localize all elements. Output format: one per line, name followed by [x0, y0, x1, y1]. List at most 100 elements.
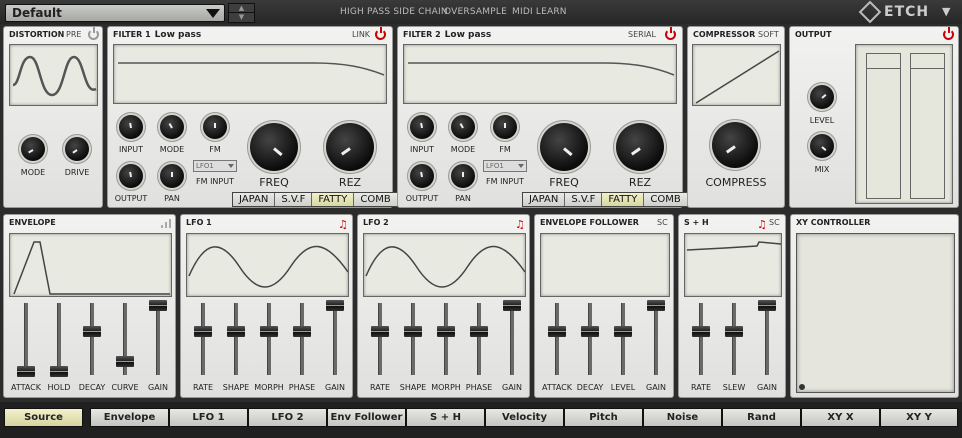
fader-handle[interactable]: [581, 326, 599, 338]
fader-track[interactable]: [260, 303, 278, 375]
chevron-down-icon[interactable]: [206, 9, 220, 18]
music-note-icon[interactable]: ♫: [338, 218, 348, 231]
filter1-pan-knob[interactable]: [160, 164, 184, 188]
oversample-button[interactable]: OVERSAMPLE: [444, 7, 507, 17]
midi-learn-button[interactable]: MIDI LEARN: [512, 7, 567, 17]
logo[interactable]: ETCH ▼: [858, 0, 958, 24]
fader-handle[interactable]: [17, 366, 35, 377]
fader-handle[interactable]: [50, 366, 68, 377]
sc-button[interactable]: SC: [657, 218, 668, 227]
music-note-icon[interactable]: ♫: [757, 218, 767, 231]
fader-track[interactable]: [692, 303, 710, 375]
source-button[interactable]: Source: [4, 408, 83, 427]
preset-stepper[interactable]: ▲ ▼: [228, 3, 255, 23]
fader-track[interactable]: [548, 303, 566, 375]
source-velocity-button[interactable]: Velocity: [485, 408, 564, 427]
filter2-mode-knob[interactable]: [451, 115, 475, 139]
source-lfo2-button[interactable]: LFO 2: [248, 408, 327, 427]
source-envelope-button[interactable]: Envelope: [90, 408, 169, 427]
filter2-rez-knob[interactable]: [616, 123, 664, 171]
tab-svf[interactable]: S.V.F: [565, 193, 603, 206]
source-sh-button[interactable]: S + H: [406, 408, 485, 427]
power-icon[interactable]: [943, 27, 954, 40]
fader-track[interactable]: [227, 303, 245, 375]
fader-handle[interactable]: [692, 326, 710, 338]
fader-track[interactable]: [404, 303, 422, 375]
distortion-tag[interactable]: PRE: [66, 30, 81, 39]
tab-comb[interactable]: COMB: [644, 193, 687, 206]
fm-source-select[interactable]: LFO1: [193, 160, 237, 172]
filter1-rez-knob[interactable]: [326, 123, 374, 171]
source-env-follower-button[interactable]: Env Follower: [327, 408, 406, 427]
filter2-output-knob[interactable]: [410, 164, 434, 188]
fader-track[interactable]: [437, 303, 455, 375]
source-xyx-button[interactable]: XY X: [801, 408, 880, 427]
fader-handle[interactable]: [404, 326, 422, 338]
fader-track[interactable]: [470, 303, 488, 375]
fader-handle[interactable]: [437, 326, 455, 338]
high-pass-side-chain-button[interactable]: HIGH PASS SIDE CHAIN: [340, 7, 448, 17]
serial-button[interactable]: SERIAL: [628, 30, 656, 39]
tab-svf[interactable]: S.V.F: [275, 193, 313, 206]
fader-handle[interactable]: [758, 300, 776, 311]
source-rand-button[interactable]: Rand: [722, 408, 801, 427]
power-icon[interactable]: [375, 27, 386, 40]
output-level-knob[interactable]: [810, 85, 834, 109]
fader-handle[interactable]: [503, 300, 521, 311]
compress-knob[interactable]: [712, 122, 758, 168]
filter1-input-knob[interactable]: [119, 115, 143, 139]
fader-handle[interactable]: [83, 326, 101, 338]
fader-track[interactable]: [371, 303, 389, 375]
fader-handle[interactable]: [470, 326, 488, 338]
fader-track[interactable]: [503, 300, 521, 375]
tab-japan[interactable]: JAPAN: [233, 193, 276, 206]
fader-track[interactable]: [725, 303, 743, 375]
filter2-input-knob[interactable]: [410, 115, 434, 139]
soft-button[interactable]: SOFT: [758, 30, 779, 39]
fader-handle[interactable]: [725, 326, 743, 338]
filter2-pan-knob[interactable]: [451, 164, 475, 188]
power-icon[interactable]: [665, 27, 676, 40]
filter1-freq-knob[interactable]: [250, 123, 298, 171]
xy-pad[interactable]: [796, 233, 955, 393]
fader-handle[interactable]: [326, 300, 344, 311]
output-mix-knob[interactable]: [810, 134, 834, 158]
source-lfo1-button[interactable]: LFO 1: [169, 408, 248, 427]
xy-handle[interactable]: [799, 384, 805, 390]
fader-track[interactable]: [50, 303, 68, 377]
filter-type[interactable]: Low pass: [445, 30, 492, 40]
source-pitch-button[interactable]: Pitch: [564, 408, 643, 427]
tab-japan[interactable]: JAPAN: [523, 193, 566, 206]
distortion-mode-knob[interactable]: [21, 137, 45, 161]
fader-handle[interactable]: [260, 326, 278, 338]
filter1-mode-knob[interactable]: [160, 115, 184, 139]
distortion-drive-knob[interactable]: [65, 137, 89, 161]
fader-handle[interactable]: [116, 356, 134, 368]
fader-track[interactable]: [149, 300, 167, 375]
preset-selector[interactable]: Default: [5, 4, 225, 22]
filter2-fm-knob[interactable]: [493, 115, 517, 139]
bars-icon[interactable]: [161, 219, 172, 228]
fader-track[interactable]: [647, 300, 665, 375]
fader-handle[interactable]: [149, 300, 167, 311]
arrow-down-icon[interactable]: ▼: [229, 13, 254, 22]
fader-handle[interactable]: [371, 326, 389, 338]
filter2-freq-knob[interactable]: [540, 123, 588, 171]
power-icon[interactable]: [88, 27, 99, 40]
fader-track[interactable]: [614, 303, 632, 375]
tab-comb[interactable]: COMB: [354, 193, 397, 206]
tab-fatty[interactable]: FATTY: [602, 193, 645, 206]
fader-handle[interactable]: [227, 326, 245, 338]
fader-track[interactable]: [758, 300, 776, 375]
source-noise-button[interactable]: Noise: [643, 408, 722, 427]
fader-track[interactable]: [581, 303, 599, 375]
fader-handle[interactable]: [194, 326, 212, 338]
fader-track[interactable]: [293, 303, 311, 375]
fader-handle[interactable]: [647, 300, 665, 311]
fader-handle[interactable]: [614, 326, 632, 338]
fader-track[interactable]: [83, 303, 101, 375]
sc-button[interactable]: SC: [769, 218, 780, 227]
fm-source-select[interactable]: LFO1: [483, 160, 527, 172]
link-button[interactable]: LINK: [352, 30, 370, 39]
fader-track[interactable]: [326, 300, 344, 375]
